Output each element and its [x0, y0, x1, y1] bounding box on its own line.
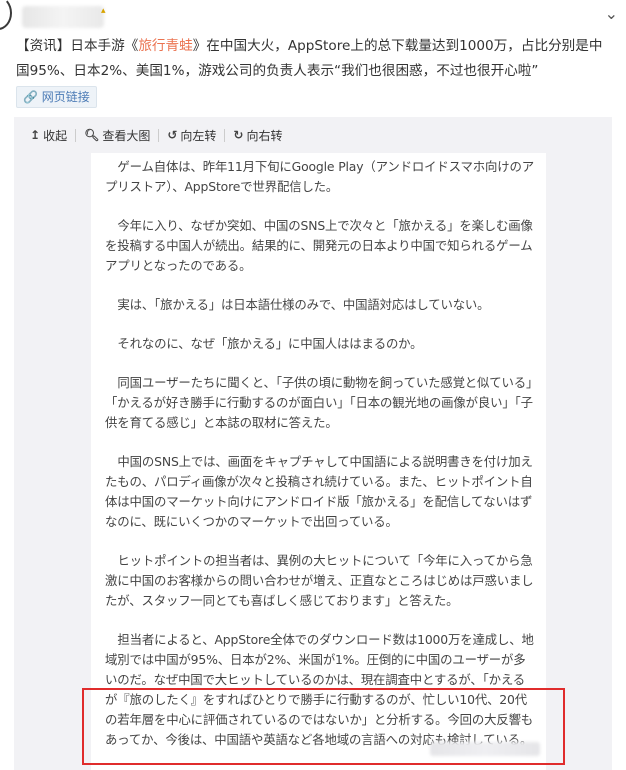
article-paragraph: 同国ユーザーたちに聞くと、「子供の頃に動物を飼っていた感覚と似ている」「かえるが…: [105, 375, 533, 430]
link-icon: 🔗: [23, 90, 38, 104]
rotate-right-icon: ↻: [233, 128, 244, 142]
article-paragraph: ゲーム自体は、昨年11月下旬にGoogle Play（アンドロイドスマホ向けのア…: [105, 159, 534, 194]
post-text-prefix: 【资讯】日本手游《: [16, 38, 139, 54]
watermark-blurred: [430, 742, 540, 756]
badge-icon: ▴: [101, 6, 106, 16]
article-paragraph: 実は、「旅かえる」は日本語仕様のみで、中国語対応はしていない。: [117, 297, 490, 312]
article-paragraph: それなのに、なぜ「旅かえる」に中国人ははまるのか。: [117, 336, 423, 351]
image-toolbar: ↥ 收起 🔍︎ 查看大图 ↺ 向左转 ↻ 向右转: [30, 117, 290, 153]
view-large-button[interactable]: 🔍︎ 查看大图: [76, 127, 158, 144]
rotate-left-icon: ↺: [167, 128, 178, 142]
collapse-up-icon: ↥: [30, 128, 41, 142]
article-paragraph: ヒットポイントの担当者は、異例の大ヒットについて「今年に入ってから急激に中国のお…: [105, 553, 534, 608]
view-large-label: 查看大图: [102, 128, 151, 143]
web-link-label: 网页链接: [41, 90, 90, 104]
user-name-blurred[interactable]: [22, 6, 104, 28]
article-image[interactable]: ゲーム自体は、昨年11月下旬にGoogle Play（アンドロイドスマホ向けのア…: [91, 153, 546, 770]
post-text: 【资讯】日本手游《旅行青蛙》在中国大火，AppStore上的总下载量达到1000…: [16, 34, 616, 84]
image-viewer-panel: ↥ 收起 🔍︎ 查看大图 ↺ 向左转 ↻ 向右转 ゲーム自体は、昨年11月下旬に…: [14, 117, 612, 770]
rotate-left-label: 向左转: [180, 128, 217, 143]
avatar[interactable]: [0, 0, 12, 30]
article-paragraph: 中国のSNS上では、画面をキャプチャして中国語による説明書きを付け加えたもの、パ…: [105, 454, 533, 529]
article-paragraph: 今年に入り、なぜか突如、中国のSNS上で次々と「旅かえる」を楽しむ画像を投稿する…: [105, 218, 533, 273]
rotate-right-label: 向右转: [246, 128, 283, 143]
game-topic-link[interactable]: 旅行青蛙: [138, 38, 192, 54]
collapse-button[interactable]: ↥ 收起: [30, 127, 75, 144]
chevron-down-icon[interactable]: ⌄: [605, 4, 618, 23]
magnifier-icon: 🔍︎: [84, 128, 100, 142]
rotate-right-button[interactable]: ↻ 向右转: [225, 127, 290, 144]
web-link-button[interactable]: 🔗 网页链接: [16, 86, 97, 108]
rotate-left-button[interactable]: ↺ 向左转: [159, 127, 224, 144]
collapse-label: 收起: [43, 128, 68, 143]
